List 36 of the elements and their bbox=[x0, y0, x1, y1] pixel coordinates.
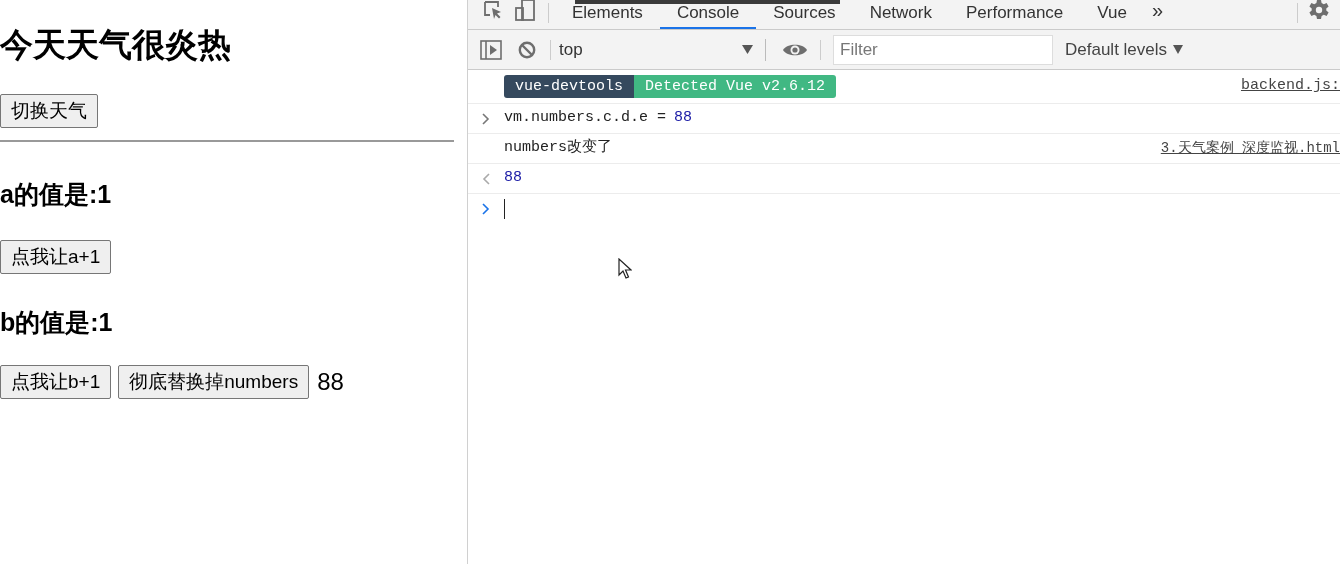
clear-console-icon[interactable] bbox=[518, 40, 536, 59]
source-link[interactable]: 3.天气案例_深度监视.html bbox=[1160, 138, 1340, 159]
chevron-right-icon bbox=[482, 112, 490, 125]
device-icon[interactable] bbox=[514, 0, 536, 21]
console-value: 88 bbox=[674, 108, 693, 129]
levels-dropdown[interactable]: Default levels bbox=[1065, 36, 1184, 63]
devtools-tab[interactable]: Performance bbox=[949, 3, 1081, 29]
toggle-weather-button[interactable]: 切换天气 bbox=[0, 94, 98, 128]
devtools-tab[interactable]: Vue bbox=[1080, 3, 1144, 29]
console-message: numbers改变了 bbox=[504, 137, 612, 159]
mouse-cursor-icon bbox=[618, 258, 632, 279]
b-value-heading: b的值是:1 bbox=[0, 307, 113, 338]
devtools-tab[interactable]: Sources bbox=[756, 3, 853, 29]
devtools-tab[interactable]: Network bbox=[852, 3, 949, 29]
settings-icon[interactable] bbox=[1308, 0, 1330, 21]
caret-icon bbox=[742, 45, 753, 54]
increment-b-button[interactable]: 点我让b+1 bbox=[0, 365, 112, 399]
console-command-text: vm.numbers.c.d.e = bbox=[504, 108, 667, 129]
source-link[interactable]: backend.js: bbox=[1240, 75, 1340, 98]
chevron-left-icon bbox=[482, 172, 490, 185]
console-badge: Detected Vue v2.6.12 bbox=[634, 75, 837, 98]
replace-numbers-button[interactable]: 彻底替换掉numbers bbox=[118, 365, 310, 399]
filter-field[interactable]: Filter bbox=[833, 34, 1053, 65]
text-cursor bbox=[504, 199, 505, 219]
context-select[interactable]: top bbox=[559, 35, 753, 64]
value-text: 88 bbox=[317, 367, 344, 397]
console-result: 88 bbox=[504, 168, 522, 189]
page-heading: 今天天气很炎热 bbox=[0, 25, 232, 65]
console-badge: vue-devtools bbox=[504, 75, 635, 98]
sidebar-toggle-icon[interactable] bbox=[480, 39, 502, 60]
devtools-tab[interactable]: Elements bbox=[555, 3, 660, 29]
prompt-chevron-icon bbox=[482, 203, 490, 215]
caret-icon bbox=[1173, 45, 1184, 54]
more-tabs-button[interactable]: » bbox=[1143, 0, 1172, 23]
a-value-heading: a的值是:1 bbox=[0, 179, 112, 210]
increment-a-button[interactable]: 点我让a+1 bbox=[0, 240, 112, 274]
